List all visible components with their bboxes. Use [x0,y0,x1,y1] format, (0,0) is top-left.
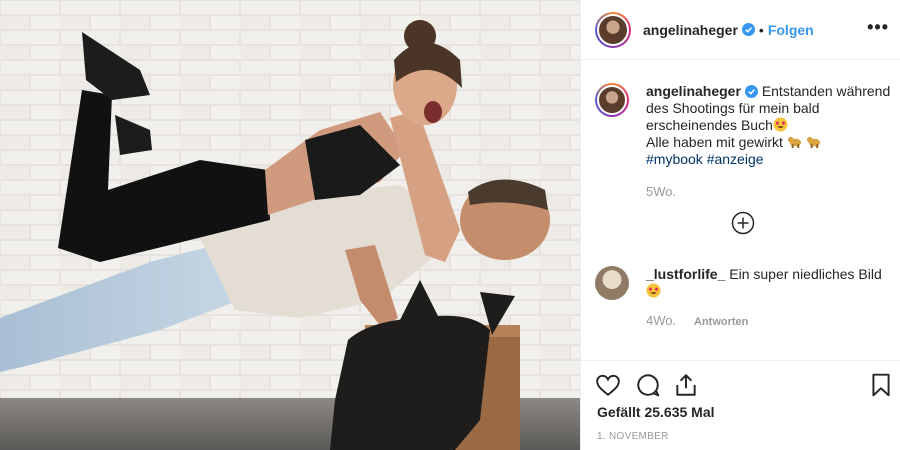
plus-circle-icon[interactable] [731,211,755,235]
post-image [0,0,580,450]
post-date: 1. NOVEMBER [597,431,669,442]
likes-count[interactable]: Gefällt 25.635 Mal [597,404,715,420]
comment-author[interactable]: _lustforlife_ [646,266,725,282]
separator-dot: • [758,21,764,38]
comment-text: Ein super niedliches Bild [729,266,882,282]
dog-emoji-icon [806,136,820,149]
verified-badge-icon [741,23,755,36]
author-username[interactable]: angelinaheger [643,22,738,38]
heart-eyes-emoji-icon [773,117,788,132]
bookmark-icon[interactable] [868,372,894,398]
reply-button[interactable]: Antworten [694,316,748,328]
author-avatar[interactable] [595,11,631,48]
caption-hashtags[interactable]: #mybook #anzeige [646,151,764,167]
caption-age: 5Wo. [646,184,677,199]
actions-bar: Gefällt 25.635 Mal 1. NOVEMBER [581,360,900,450]
comment-age: 4Wo. [646,313,677,328]
commenter-avatar[interactable] [595,266,629,300]
heart-eyes-emoji-icon [646,283,661,298]
comments-list[interactable]: angelinaheger Entstanden während des Sho… [581,60,900,360]
post-photo[interactable] [0,0,580,450]
heart-icon[interactable] [595,372,621,398]
dog-emoji-icon [787,136,801,149]
post-side-panel: angelinaheger • Folgen ••• angelinaheger… [580,0,900,450]
caption-avatar[interactable] [595,83,629,117]
verified-badge-icon [744,85,758,98]
post-header: angelinaheger • Folgen ••• [581,0,900,60]
share-icon[interactable] [673,372,699,398]
caption-author[interactable]: angelinaheger [646,83,741,99]
follow-button[interactable]: Folgen [768,22,814,38]
more-options-icon[interactable]: ••• [867,18,889,36]
caption-text-line2: Alle haben mit gewirkt [646,134,783,150]
comment-icon[interactable] [635,372,661,398]
